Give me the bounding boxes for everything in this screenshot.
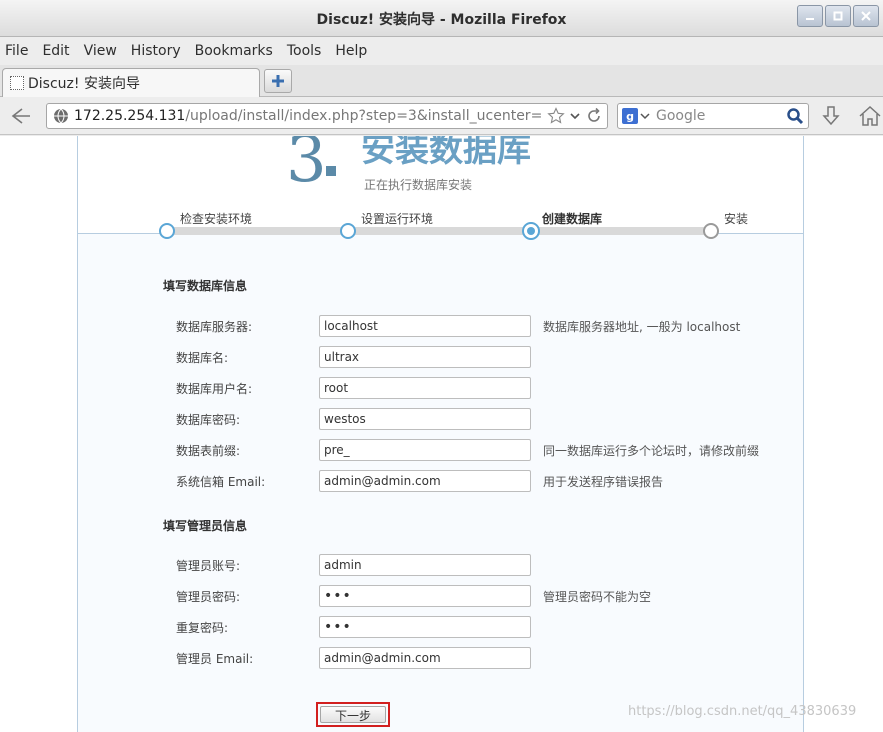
system-email-row: 系统信箱 Email: 用于发送程序错误报告 <box>176 470 663 492</box>
admin-username-label: 管理员账号: <box>176 558 241 573</box>
db-host-row: 数据库服务器: 数据库服务器地址, 一般为 localhost <box>176 315 740 337</box>
admin-password-label: 管理员密码: <box>176 589 241 604</box>
tab-strip: Discuz! 安装向导 <box>0 65 883 97</box>
download-icon[interactable] <box>820 105 842 127</box>
repeat-password-label: 重复密码: <box>176 620 229 635</box>
db-name-label: 数据库名: <box>176 350 229 365</box>
admin-section-title: 填写管理员信息 <box>163 519 248 533</box>
window-controls <box>797 5 879 27</box>
progress-track <box>167 227 712 235</box>
db-user-input[interactable] <box>319 377 531 399</box>
maximize-icon <box>833 11 843 21</box>
step-number: 3 <box>286 136 327 197</box>
table-prefix-input[interactable] <box>319 439 531 461</box>
window-title: Discuz! 安装向导 - Mozilla Firefox <box>316 12 567 28</box>
repeat-password-input[interactable] <box>319 616 531 638</box>
db-password-row: 数据库密码: <box>176 408 531 430</box>
window-titlebar: Discuz! 安装向导 - Mozilla Firefox <box>0 0 883 37</box>
url-path: /upload/install/index.php?step=3&install… <box>185 108 543 124</box>
admin-password-row: 管理员密码: 管理员密码不能为空 <box>176 585 651 607</box>
db-name-input[interactable] <box>319 346 531 368</box>
menu-tools[interactable]: Tools <box>287 43 322 59</box>
search-bar[interactable]: g Google <box>617 103 809 129</box>
search-placeholder: Google <box>656 108 706 124</box>
db-password-label: 数据库密码: <box>176 412 241 427</box>
admin-password-hint: 管理员密码不能为空 <box>543 589 652 604</box>
menu-edit[interactable]: Edit <box>42 43 69 59</box>
system-email-label: 系统信箱 Email: <box>176 474 266 489</box>
admin-email-row: 管理员 Email: <box>176 647 531 669</box>
menu-bookmarks[interactable]: Bookmarks <box>195 43 273 59</box>
step-label-install: 安装 <box>724 212 749 226</box>
install-panel: 3 安装数据库 正在执行数据库安装 检查安装环境 设置运行环境 创建数据库 安装… <box>77 136 804 732</box>
page-subtitle: 正在执行数据库安装 <box>364 178 473 192</box>
table-prefix-row: 数据表前缀: 同一数据库运行多个论坛时，请修改前缀 <box>176 439 759 461</box>
page-title: 安装数据库 <box>361 136 531 170</box>
close-icon <box>861 11 871 21</box>
step-label-setup-env: 设置运行环境 <box>361 212 434 226</box>
new-tab-button[interactable] <box>264 69 292 93</box>
plus-icon <box>272 75 284 87</box>
table-prefix-label: 数据表前缀: <box>176 443 241 458</box>
admin-username-row: 管理员账号: <box>176 554 531 576</box>
menu-file[interactable]: File <box>5 43 28 59</box>
chevron-down-icon[interactable] <box>569 107 581 125</box>
url-host: 172.25.254.131 <box>74 108 186 124</box>
db-host-label: 数据库服务器: <box>176 319 253 334</box>
repeat-password-row: 重复密码: <box>176 616 531 638</box>
back-arrow-icon <box>11 108 30 124</box>
bookmark-star-icon[interactable] <box>547 107 565 125</box>
menu-bar: File Edit View History Bookmarks Tools H… <box>0 37 883 65</box>
address-bar[interactable]: 172.25.254.131 /upload/install/index.php… <box>46 103 608 129</box>
step-marker-check-env <box>159 223 175 239</box>
reload-icon[interactable] <box>585 107 603 125</box>
globe-icon <box>54 108 68 124</box>
admin-username-input[interactable] <box>319 554 531 576</box>
minimize-button[interactable] <box>797 5 823 27</box>
step-number-dot <box>326 166 336 176</box>
db-host-hint: 数据库服务器地址, 一般为 localhost <box>543 319 741 334</box>
maximize-button[interactable] <box>825 5 851 27</box>
db-name-row: 数据库名: <box>176 346 531 368</box>
next-button-highlight: 下一步 <box>316 702 390 727</box>
page-favicon-icon <box>10 76 24 90</box>
db-user-row: 数据库用户名: <box>176 377 531 399</box>
db-password-input[interactable] <box>319 408 531 430</box>
page-content: 3 安装数据库 正在执行数据库安装 检查安装环境 设置运行环境 创建数据库 安装… <box>0 136 883 732</box>
browser-tab[interactable]: Discuz! 安装向导 <box>2 68 260 97</box>
engine-chevron-down-icon[interactable] <box>640 111 650 121</box>
tab-label: Discuz! 安装向导 <box>28 76 140 92</box>
system-email-hint: 用于发送程序错误报告 <box>543 474 664 489</box>
admin-email-label: 管理员 Email: <box>176 651 254 666</box>
step-marker-install <box>703 223 719 239</box>
menu-view[interactable]: View <box>84 43 117 59</box>
step-label-check-env: 检查安装环境 <box>180 212 253 226</box>
address-bar-actions <box>547 107 603 125</box>
next-step-button[interactable]: 下一步 <box>320 706 386 723</box>
navigation-bar: 172.25.254.131 /upload/install/index.php… <box>0 97 883 135</box>
watermark: https://blog.csdn.net/qq_43830639 <box>628 704 857 719</box>
search-icon[interactable] <box>786 107 804 125</box>
admin-email-input[interactable] <box>319 647 531 669</box>
table-prefix-hint: 同一数据库运行多个论坛时，请修改前缀 <box>543 443 760 458</box>
home-icon[interactable] <box>858 105 882 127</box>
system-email-input[interactable] <box>319 470 531 492</box>
db-user-label: 数据库用户名: <box>176 381 253 396</box>
back-button[interactable] <box>4 103 40 129</box>
google-engine-icon[interactable]: g <box>622 108 638 124</box>
menu-help[interactable]: Help <box>335 43 367 59</box>
step-marker-setup-env <box>340 223 356 239</box>
db-host-input[interactable] <box>319 315 531 337</box>
close-button[interactable] <box>853 5 879 27</box>
db-section-title: 填写数据库信息 <box>163 279 248 293</box>
step-marker-create-db <box>522 222 540 240</box>
minimize-icon <box>806 18 814 20</box>
menu-history[interactable]: History <box>131 43 181 59</box>
step-label-create-db: 创建数据库 <box>542 212 603 226</box>
admin-password-input[interactable] <box>319 585 531 607</box>
